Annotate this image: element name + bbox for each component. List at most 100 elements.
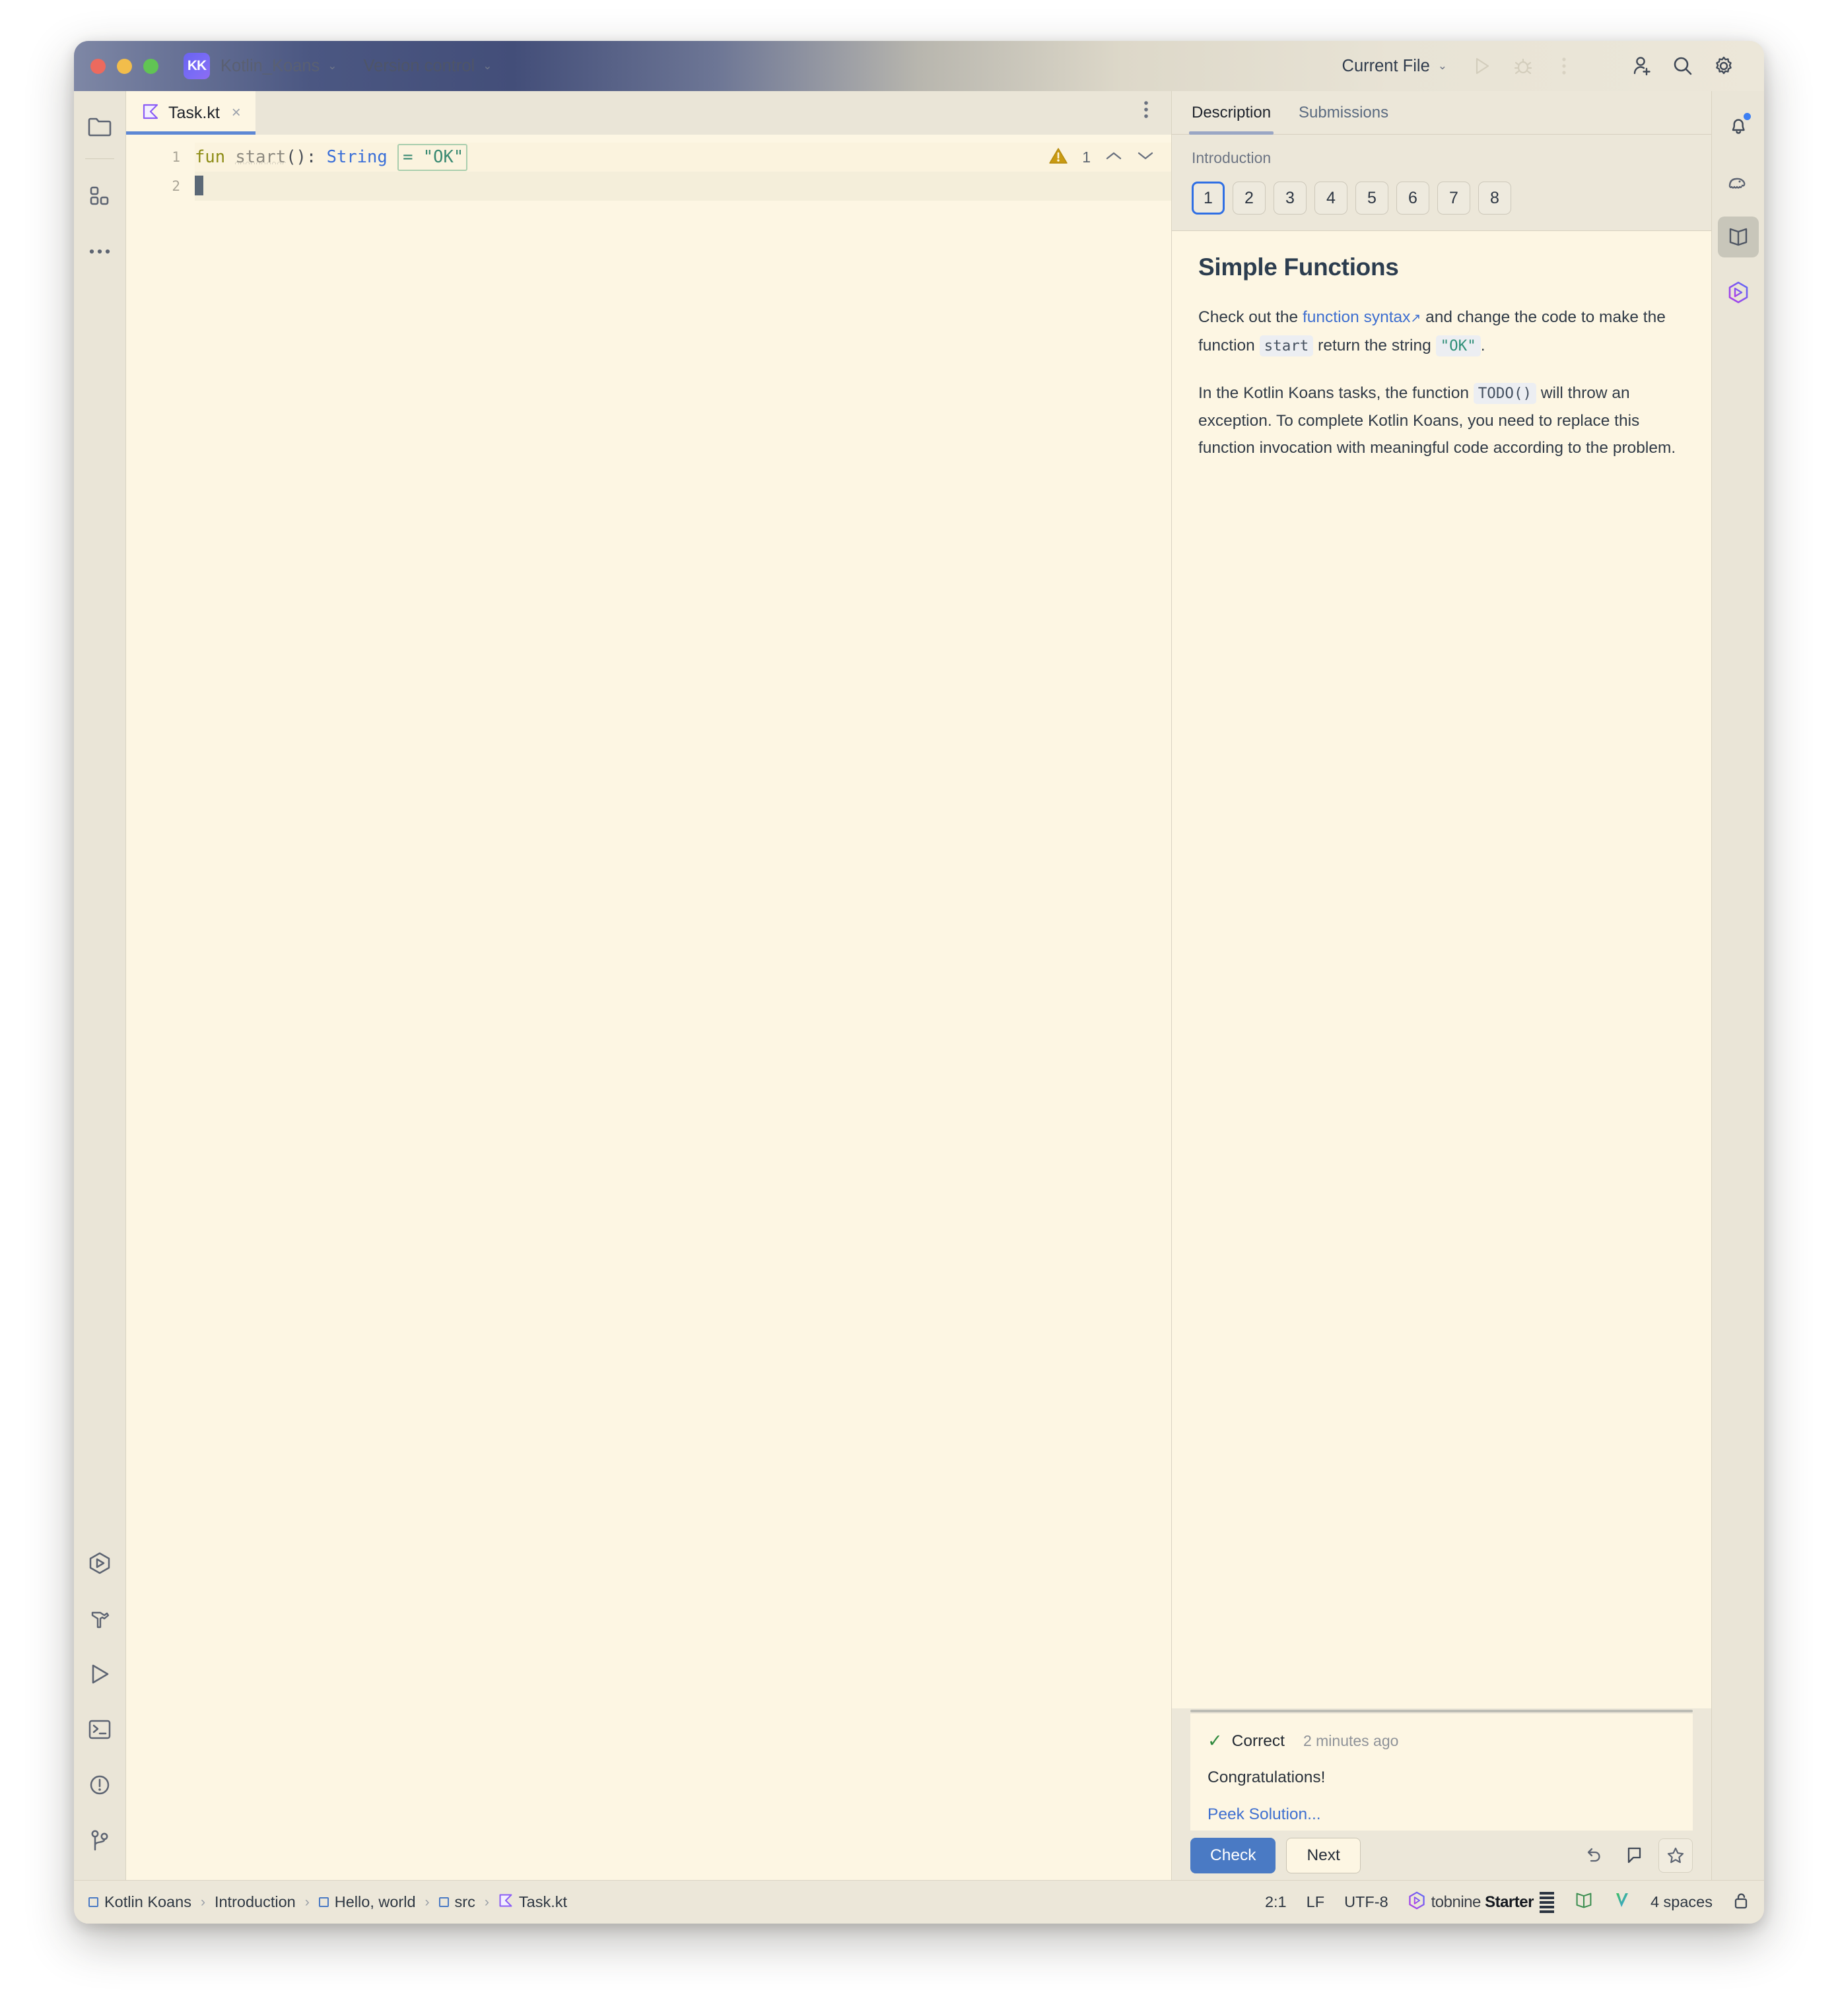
search-icon[interactable] — [1662, 46, 1703, 86]
breadcrumb-item-lesson[interactable]: Introduction — [215, 1893, 296, 1911]
task-number-3[interactable]: 3 — [1274, 182, 1307, 215]
breadcrumb-separator: › — [304, 1894, 310, 1910]
run-icon[interactable] — [1462, 46, 1503, 86]
window-controls[interactable] — [90, 58, 158, 74]
task-number-2[interactable]: 2 — [1233, 182, 1266, 215]
breadcrumb-label: Task.kt — [518, 1893, 568, 1910]
tabnine-status[interactable]: tobnine Starter — [1408, 1891, 1554, 1914]
task-action-bar: Check Next — [1190, 1831, 1693, 1880]
indent-setting[interactable]: 4 spaces — [1651, 1893, 1713, 1911]
close-window-button[interactable] — [90, 58, 106, 74]
breadcrumb-label: src — [454, 1893, 475, 1910]
tab-description[interactable]: Description — [1188, 91, 1274, 135]
inline-code-todo: TODO() — [1473, 383, 1537, 404]
version-control-menu[interactable]: Version control ⌄ — [364, 57, 493, 76]
para1-mid2: return the string — [1313, 337, 1436, 354]
terminal-icon[interactable] — [80, 1710, 119, 1749]
task-description-panel: Description Submissions Introduction 1 2… — [1172, 91, 1712, 1880]
notification-badge — [1742, 112, 1752, 121]
module-icon — [438, 1897, 449, 1907]
task-number-1[interactable]: 1 — [1192, 182, 1225, 215]
function-syntax-link[interactable]: function syntax — [1303, 308, 1410, 326]
build-hammer-icon[interactable] — [80, 1599, 119, 1638]
gradle-elephant-icon[interactable] — [1718, 161, 1759, 202]
learn-book-icon[interactable] — [1717, 217, 1759, 257]
breadcrumb-separator: › — [484, 1894, 489, 1910]
panel-splitter[interactable] — [1172, 1708, 1711, 1714]
line-number: 1 — [172, 149, 180, 165]
close-icon[interactable]: × — [232, 104, 241, 122]
tab-description-label: Description — [1192, 103, 1272, 121]
project-folder-icon[interactable] — [80, 107, 119, 147]
task-number-5[interactable]: 5 — [1355, 182, 1388, 215]
tabnine-icon[interactable] — [1718, 272, 1759, 313]
para1-end: . — [1480, 337, 1485, 354]
check-button[interactable]: Check — [1190, 1837, 1276, 1873]
result-status-row: ✓ Correct 2 minutes ago — [1208, 1731, 1676, 1751]
tab-submissions[interactable]: Submissions — [1299, 91, 1388, 135]
reset-task-icon[interactable] — [1577, 1838, 1611, 1873]
run-tool-icon[interactable] — [80, 1654, 119, 1694]
settings-gear-icon[interactable] — [1703, 46, 1744, 86]
result-message: Congratulations! — [1208, 1768, 1326, 1786]
code-line-2[interactable] — [195, 172, 1171, 201]
task-number-6[interactable]: 6 — [1396, 182, 1429, 215]
tabnine-label: tobnine Starter — [1431, 1893, 1534, 1912]
breadcrumb-item-project[interactable]: Kotlin Koans — [88, 1893, 191, 1911]
problems-icon[interactable] — [80, 1765, 119, 1805]
text-caret — [195, 176, 203, 195]
previous-problem-icon[interactable] — [1105, 151, 1122, 164]
peek-solution-link[interactable]: Peek Solution... — [1208, 1805, 1676, 1824]
tabnine-plan: Starter — [1485, 1893, 1534, 1911]
lock-icon[interactable] — [1732, 1891, 1750, 1914]
external-link-icon: ↗ — [1410, 312, 1421, 325]
structure-icon[interactable] — [80, 176, 119, 216]
next-problem-icon[interactable] — [1137, 151, 1154, 164]
services-icon[interactable] — [80, 1543, 119, 1583]
breadcrumb-separator: › — [200, 1894, 205, 1910]
validation-check-icon[interactable] — [1614, 1891, 1631, 1914]
line-separator[interactable]: LF — [1307, 1893, 1324, 1911]
breadcrumb-item-task[interactable]: Hello, world — [318, 1893, 416, 1911]
file-encoding[interactable]: UTF-8 — [1344, 1893, 1388, 1911]
line-number: 2 — [172, 178, 180, 194]
more-actions-icon[interactable] — [1544, 46, 1584, 86]
caret-position[interactable]: 2:1 — [1265, 1893, 1287, 1911]
para1-before: Check out the — [1198, 308, 1303, 326]
minimize-window-button[interactable] — [117, 58, 132, 74]
return-value-expression: = "OK" — [397, 144, 468, 171]
title-bar-actions: Current File ⌄ — [1342, 46, 1764, 86]
debug-icon[interactable] — [1503, 46, 1544, 86]
add-user-icon[interactable] — [1621, 46, 1662, 86]
maximize-window-button[interactable] — [143, 58, 158, 74]
check-mark-icon: ✓ — [1208, 1731, 1223, 1751]
comment-icon[interactable] — [1617, 1838, 1652, 1873]
ide-window: KK Kotlin_Koans ⌄ Version control ⌄ Curr… — [74, 41, 1764, 1924]
project-name-menu[interactable]: Kotlin_Koans ⌄ — [221, 57, 337, 76]
code-lines[interactable]: fun start(): String = "OK" 1 — [195, 135, 1171, 1880]
editor-more-icon[interactable] — [1143, 100, 1149, 123]
learn-book-status-icon[interactable] — [1574, 1892, 1594, 1913]
more-tools-icon[interactable] — [80, 232, 119, 271]
inspection-widget[interactable]: 1 — [1049, 143, 1154, 172]
breadcrumb-item-file[interactable]: Task.kt — [498, 1893, 567, 1912]
code-editor[interactable]: 1 2 fun start(): String = "OK" 1 — [126, 135, 1171, 1880]
task-number-8[interactable]: 8 — [1478, 182, 1511, 215]
task-number-4[interactable]: 4 — [1314, 182, 1347, 215]
star-icon[interactable] — [1658, 1838, 1693, 1873]
keyword-fun: fun — [195, 147, 226, 167]
breadcrumb-item-src[interactable]: src — [438, 1893, 475, 1911]
chevron-down-icon: ⌄ — [327, 59, 337, 72]
breadcrumb-separator: › — [425, 1894, 430, 1910]
module-icon — [88, 1897, 98, 1907]
code-line-1[interactable]: fun start(): String = "OK" — [195, 143, 1171, 172]
notifications-bell-icon[interactable] — [1718, 106, 1759, 147]
project-name-label: Kotlin_Koans — [221, 56, 320, 75]
task-number-7[interactable]: 7 — [1437, 182, 1470, 215]
inline-code-start: start — [1259, 335, 1314, 356]
editor-tab-task-kt[interactable]: Task.kt × — [126, 91, 255, 135]
git-branch-icon[interactable] — [80, 1821, 119, 1860]
next-button[interactable]: Next — [1286, 1837, 1361, 1873]
description-content: Simple Functions Check out the function … — [1172, 231, 1711, 1708]
run-configuration-selector[interactable]: Current File ⌄ — [1342, 57, 1447, 76]
